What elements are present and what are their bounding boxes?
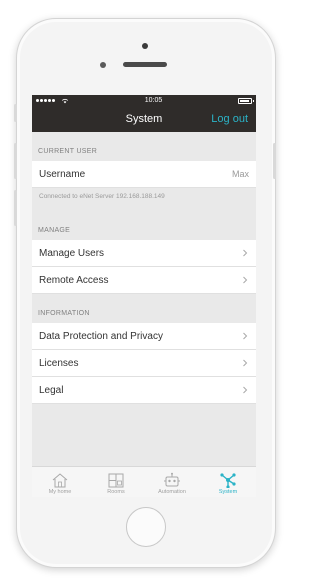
licenses-label: Licenses xyxy=(39,357,79,369)
chevron-right-icon xyxy=(243,386,248,394)
status-time: 10:05 xyxy=(144,97,163,104)
chevron-right-icon xyxy=(243,332,248,340)
remote-access-row[interactable]: Remote Access xyxy=(32,267,256,294)
username-row: Username Max xyxy=(32,161,256,188)
legal-label: Legal xyxy=(39,384,64,396)
tab-label: System xyxy=(218,489,238,495)
tab-system[interactable]: System xyxy=(200,467,256,497)
section-header-manage: MANAGE xyxy=(38,227,71,234)
app-screen: 10:05 System Log out CURRENT USER Userna… xyxy=(32,95,256,497)
chevron-right-icon xyxy=(243,249,248,257)
username-value: Max xyxy=(231,169,249,179)
legal-row[interactable]: Legal xyxy=(32,377,256,404)
username-label: Username xyxy=(39,168,86,180)
manage-users-row[interactable]: Manage Users xyxy=(32,240,256,267)
tab-label: Rooms xyxy=(107,489,125,495)
signal-indicator xyxy=(36,98,69,104)
proximity-sensor xyxy=(100,62,106,68)
tab-label: My home xyxy=(48,489,72,495)
manage-users-label: Manage Users xyxy=(39,247,105,259)
rooms-icon xyxy=(108,473,124,488)
licenses-row[interactable]: Licenses xyxy=(32,350,256,377)
earpiece-speaker xyxy=(123,62,167,67)
front-camera xyxy=(142,43,148,49)
house-icon xyxy=(52,473,68,488)
section-header-information: INFORMATION xyxy=(38,310,90,317)
wifi-icon xyxy=(61,98,69,103)
connection-note: Connected to eNet Server 192.168.188.149 xyxy=(39,193,165,200)
status-bar: 10:05 xyxy=(32,95,256,106)
tab-rooms[interactable]: Rooms xyxy=(88,467,144,497)
robot-icon xyxy=(164,472,180,487)
section-header-current-user: CURRENT USER xyxy=(38,148,98,155)
data-protection-label: Data Protection and Privacy xyxy=(39,330,163,342)
network-icon xyxy=(220,473,236,488)
volume-down-button xyxy=(14,190,17,226)
tab-bar: My home Rooms Automation System xyxy=(32,466,256,497)
tab-automation[interactable]: Automation xyxy=(144,467,200,497)
home-button[interactable] xyxy=(126,507,166,547)
volume-up-button xyxy=(14,143,17,179)
tab-label: Automation xyxy=(158,489,186,495)
chevron-right-icon xyxy=(243,359,248,367)
power-button xyxy=(273,143,276,179)
mute-switch xyxy=(14,104,17,122)
chevron-right-icon xyxy=(243,276,248,284)
logout-button[interactable]: Log out xyxy=(211,106,248,132)
data-protection-row[interactable]: Data Protection and Privacy xyxy=(32,323,256,350)
navigation-bar: System Log out xyxy=(32,106,256,132)
battery-icon xyxy=(238,97,254,104)
remote-access-label: Remote Access xyxy=(39,274,109,286)
tab-my-home[interactable]: My home xyxy=(32,467,88,497)
